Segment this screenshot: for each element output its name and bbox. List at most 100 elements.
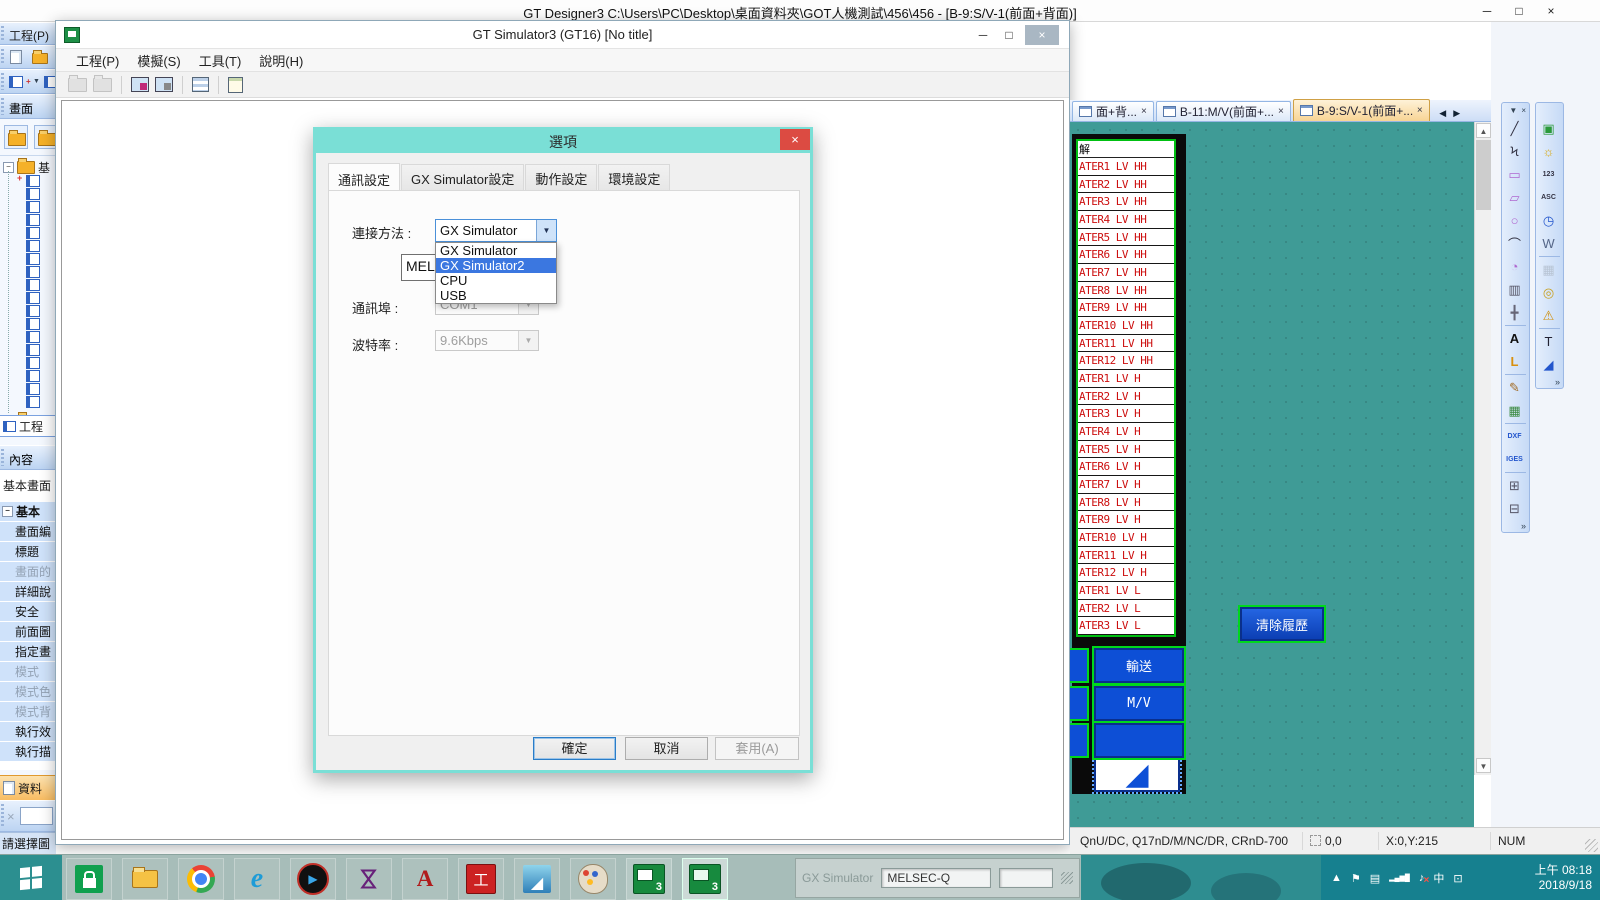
volume-muted-icon[interactable]: ♪ (1419, 872, 1425, 884)
gx-simulator-miniwindow[interactable]: GX Simulator MELSEC-Q (795, 858, 1080, 898)
property-row-0[interactable]: −基本 (0, 502, 55, 521)
property-row-1[interactable]: 畫面編 (0, 522, 55, 541)
polyline-tool-icon[interactable]: Ϟ (1502, 140, 1527, 163)
lamp-object-icon[interactable]: ☼ (1536, 140, 1561, 163)
autocad-taskbar-button[interactable]: A (402, 858, 448, 900)
tree-screen-item[interactable] (26, 266, 40, 278)
tab-close-icon[interactable]: × (1278, 106, 1284, 117)
graph-object-icon[interactable]: ◢ (1536, 353, 1561, 376)
toolbar-grip[interactable] (1, 49, 4, 65)
dialog-tab-3[interactable]: 環境設定 (598, 164, 670, 191)
scroll-up-icon[interactable]: ▲ (1476, 123, 1491, 138)
ascii-display-object-icon[interactable]: ASC (1536, 186, 1561, 209)
resize-grip[interactable] (1585, 839, 1598, 852)
device-monitor-icon[interactable] (192, 77, 209, 92)
comment-object-icon[interactable]: W (1536, 232, 1561, 255)
dialog-titlebar[interactable]: 選項 × (313, 127, 813, 153)
clear-history-button[interactable]: 清除履歷 (1240, 607, 1324, 641)
start-simulation-icon[interactable] (131, 77, 149, 92)
tree-root-row[interactable]: −基 (3, 159, 50, 176)
tabs-scroll-left-icon[interactable]: ◀ (1436, 105, 1450, 121)
show-hidden-icons[interactable]: ▲ (1331, 872, 1342, 884)
taskbar-clock[interactable]: 上午 08:18 2018/9/18 (1535, 863, 1600, 893)
property-row-9[interactable]: 模式色 (0, 682, 55, 701)
resize-grip[interactable] (1061, 872, 1073, 884)
ime-chinese-icon[interactable]: 中 (1433, 870, 1444, 886)
simulator-close-button[interactable]: × (1025, 25, 1059, 45)
sector-tool-icon[interactable]: ◔ (1502, 255, 1527, 278)
search-input[interactable] (20, 807, 53, 825)
text-display-object-icon[interactable]: T (1536, 330, 1561, 353)
chevron-down-icon[interactable]: ▼ (33, 78, 40, 85)
touch-keyboard-icon[interactable]: ▤ (1370, 872, 1380, 885)
hmi-button-輸送[interactable]: 輸送 (1094, 648, 1184, 683)
photo-viewer-taskbar-button[interactable]: ◢ (514, 858, 560, 900)
screen-tab-1[interactable]: B-11:M/V(前面+...× (1156, 101, 1291, 121)
tree-screen-item[interactable] (26, 318, 40, 330)
alarm-search-object-icon[interactable]: ◎ (1536, 281, 1561, 304)
dropdown-option[interactable]: GX Simulator (436, 243, 556, 258)
polygon-tool-icon[interactable]: ▱ (1502, 186, 1527, 209)
tab-data[interactable]: 資料 (0, 775, 56, 800)
desktop-peek-area[interactable] (1081, 855, 1321, 900)
gx-works-taskbar-button[interactable]: 工 (458, 858, 504, 900)
arc-tool-icon[interactable]: ⌒ (1502, 232, 1527, 255)
image-tool-icon[interactable]: ▦ (1502, 399, 1527, 422)
connect-method-combobox[interactable]: GX Simulator ▼ (435, 219, 557, 242)
tree-screen-item[interactable] (26, 214, 40, 226)
visual-studio-taskbar-button[interactable]: ⋈ (346, 858, 392, 900)
sim-menu-0[interactable]: 工程(P) (68, 49, 127, 72)
toolbar-overflow-icon[interactable]: » (1536, 376, 1563, 388)
circle-tool-icon[interactable]: ○ (1502, 209, 1527, 232)
open-project-icon[interactable] (32, 53, 48, 64)
toolbar-menu-icon[interactable]: ▼ (1509, 106, 1517, 115)
tab-close-icon[interactable]: × (1141, 106, 1147, 117)
scroll-down-icon[interactable]: ▼ (1476, 758, 1491, 773)
clock-object-icon[interactable]: ◷ (1536, 209, 1561, 232)
dropdown-option[interactable]: USB (436, 288, 556, 303)
line-tool-icon[interactable]: ╱ (1502, 117, 1527, 140)
designer-minimize-button[interactable]: ─ (1474, 3, 1500, 19)
action-center-icon[interactable]: ⊡ (1453, 872, 1462, 885)
designer-titlebar[interactable]: GT Designer3 C:\Users\PC\Desktop\桌面資料夾\G… (0, 0, 1600, 22)
rectangle-tool-icon[interactable]: ▭ (1502, 163, 1527, 186)
stop-simulation-icon[interactable] (155, 77, 173, 92)
toolbar-close-icon[interactable]: × (1521, 106, 1526, 115)
designer-close-button[interactable]: × (1538, 3, 1564, 19)
start-button[interactable] (0, 855, 62, 900)
media-player-taskbar-button[interactable]: ▶ (290, 858, 336, 900)
dropdown-option[interactable]: GX Simulator2 (436, 258, 556, 273)
property-row-6[interactable]: 前面圖 (0, 622, 55, 641)
paint-taskbar-button[interactable] (570, 858, 616, 900)
screen-panel-header[interactable]: 畫面 (0, 94, 56, 119)
alarm-display-object-icon[interactable]: ⚠ (1536, 304, 1561, 327)
editor-vertical-scrollbar[interactable]: ▲ ▼ (1474, 122, 1491, 775)
property-row-7[interactable]: 指定畫 (0, 642, 55, 661)
ok-button[interactable]: 確定 (533, 737, 616, 760)
tree-screen-item[interactable] (26, 240, 40, 252)
tree-screen-item[interactable] (26, 188, 40, 200)
tree-screen-item[interactable] (26, 253, 40, 265)
hmi-button-M/V[interactable]: M/V (1094, 686, 1184, 721)
property-row-10[interactable]: 模式背 (0, 702, 55, 721)
dialog-tab-1[interactable]: GX Simulator設定 (401, 164, 524, 191)
hmi-button-partial[interactable] (1070, 648, 1089, 683)
sim-menu-1[interactable]: 模擬(S) (129, 49, 188, 72)
tree-screen-item[interactable] (26, 331, 40, 343)
toolbar-grip[interactable] (1, 804, 4, 828)
ie-taskbar-button[interactable]: e (234, 858, 280, 900)
property-row-11[interactable]: 執行效 (0, 722, 55, 741)
gt-simulator3-taskbar-button[interactable]: 3 (682, 858, 728, 900)
simulator-minimize-button[interactable]: ─ (971, 25, 995, 45)
tree-screen-item[interactable] (26, 227, 40, 239)
simulator-maximize-button[interactable]: □ (997, 25, 1021, 45)
hmi-button-partial[interactable] (1070, 723, 1089, 758)
apply-button[interactable]: 套用(A) (715, 737, 799, 760)
tree-screen-item[interactable] (26, 279, 40, 291)
chrome-taskbar-button[interactable] (178, 858, 224, 900)
screen-tab-2[interactable]: B-9:S/V-1(前面+...× (1293, 99, 1430, 121)
tree-screen-item[interactable] (26, 305, 40, 317)
tree-screen-item[interactable] (26, 396, 40, 408)
text-tool-icon[interactable]: A (1502, 327, 1527, 350)
tree-screen-item[interactable] (26, 357, 40, 369)
